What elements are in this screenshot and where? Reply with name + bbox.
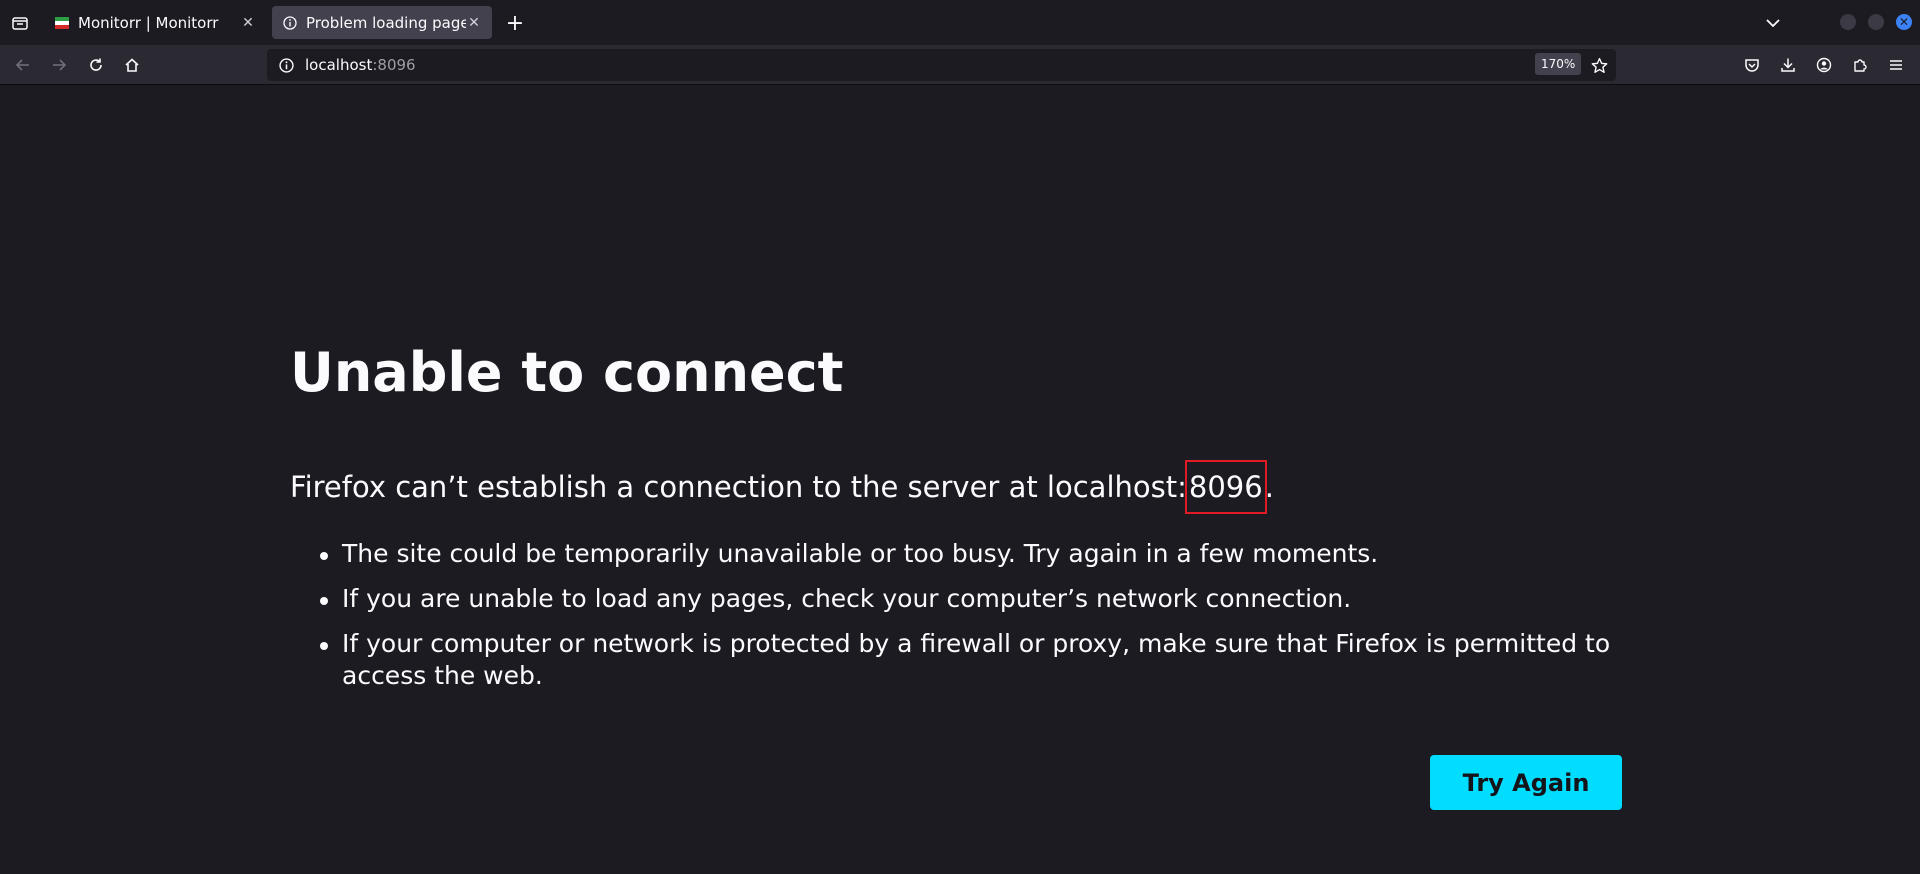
pocket-button[interactable] (1739, 52, 1765, 78)
account-button[interactable] (1811, 52, 1837, 78)
tab-title: Monitorr | Monitorr (78, 13, 219, 32)
app-menu-button[interactable] (1883, 52, 1909, 78)
minimize-button[interactable] (1840, 14, 1856, 30)
error-description-prefix: Firefox can’t establish a connection to … (290, 470, 1187, 504)
reasons-list: The site could be temporarily unavailabl… (318, 538, 1638, 705)
forward-arrow-icon (53, 59, 67, 71)
list-item: If your computer or network is protected… (318, 628, 1638, 692)
new-tab-button[interactable]: + (502, 10, 528, 36)
plus-icon: + (505, 10, 525, 36)
reload-button[interactable] (82, 51, 110, 79)
site-info-icon[interactable] (277, 56, 295, 74)
download-icon (1781, 58, 1795, 72)
navigation-toolbar: localhost:8096 170% (0, 45, 1920, 85)
hamburger-menu-icon (1890, 60, 1902, 70)
error-page: Unable to connect Firefox can’t establis… (0, 86, 1920, 874)
chevron-down-icon (1766, 19, 1780, 28)
home-icon (125, 58, 139, 72)
error-description: Firefox can’t establish a connection to … (290, 460, 1274, 514)
forward-button[interactable] (45, 51, 73, 79)
list-item: The site could be temporarily unavailabl… (318, 538, 1638, 570)
info-icon (282, 15, 298, 31)
tab-monitorr[interactable]: Monitorr | Monitorr ✕ (44, 6, 266, 39)
tab-strip: Monitorr | Monitorr ✕ Problem loading pa… (0, 0, 1920, 45)
error-description-suffix: . (1264, 470, 1274, 504)
account-icon (1816, 57, 1832, 73)
tab-close-icon[interactable]: ✕ (466, 15, 482, 31)
downloads-button[interactable] (1775, 52, 1801, 78)
star-icon (1591, 57, 1607, 73)
tab-problem-loading[interactable]: Problem loading page ✕ (272, 6, 492, 39)
url-port: :8096 (372, 56, 416, 74)
puzzle-icon (1854, 59, 1867, 72)
back-arrow-icon (15, 59, 29, 71)
tab-close-icon[interactable]: ✕ (240, 15, 256, 31)
close-icon: ✕ (1898, 15, 1910, 29)
tab-list-button[interactable] (0, 0, 40, 45)
url-host: localhost (305, 56, 373, 74)
maximize-button[interactable] (1868, 14, 1884, 30)
zoom-level-button[interactable]: 170% (1535, 53, 1582, 75)
address-bar[interactable]: localhost:8096 (267, 49, 1616, 81)
bookmark-button[interactable] (1586, 52, 1612, 78)
home-button[interactable] (118, 51, 146, 79)
close-window-button[interactable]: ✕ (1896, 14, 1912, 30)
tab-list-icon (12, 16, 28, 30)
extensions-button[interactable] (1847, 52, 1873, 78)
back-button[interactable] (9, 51, 37, 79)
reload-icon (90, 58, 102, 71)
page-title: Unable to connect (290, 341, 844, 404)
monitorr-favicon-icon (54, 15, 70, 31)
highlighted-port: 8096 (1184, 460, 1267, 514)
try-again-button[interactable]: Try Again (1430, 755, 1622, 810)
list-all-tabs-button[interactable] (1760, 10, 1786, 36)
list-item: If you are unable to load any pages, che… (318, 583, 1638, 615)
pocket-icon (1745, 59, 1759, 72)
tab-title: Problem loading page (306, 13, 466, 32)
